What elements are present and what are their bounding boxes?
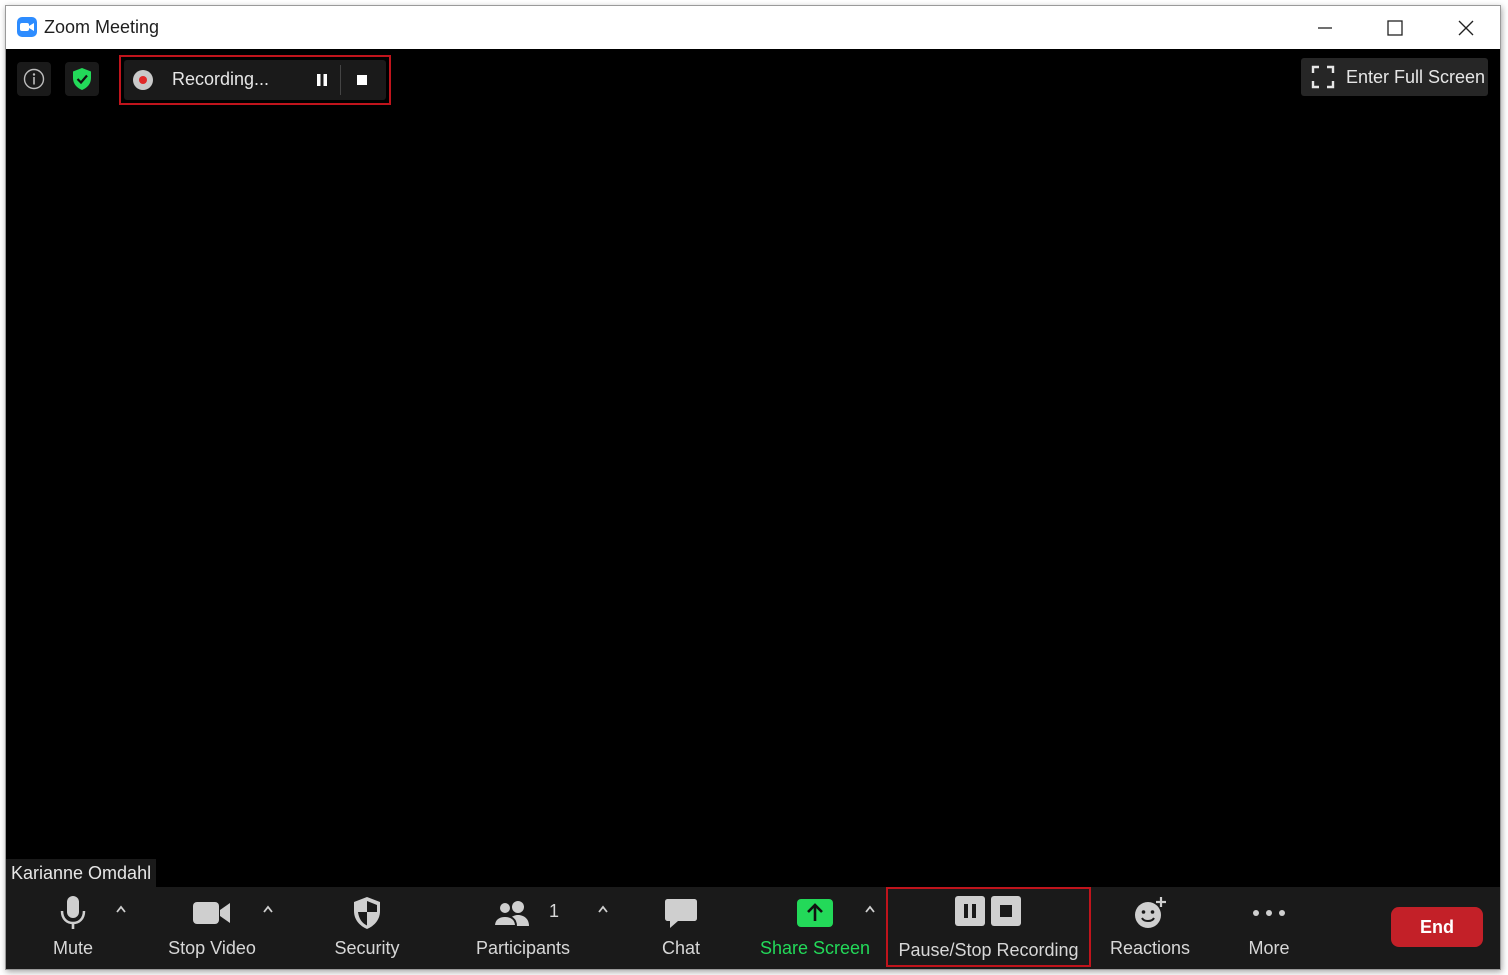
video-camera-icon: [193, 902, 230, 924]
pause-icon: [317, 74, 327, 86]
more-button[interactable]: More: [1234, 887, 1304, 969]
recording-divider: [340, 65, 341, 95]
enter-fullscreen-button[interactable]: Enter Full Screen: [1301, 58, 1488, 96]
close-icon: [1458, 20, 1474, 35]
microphone-icon: [60, 896, 86, 929]
maximize-icon: [1387, 19, 1403, 36]
fullscreen-label: Enter Full Screen: [1346, 67, 1486, 87]
participant-name-tag: Karianne Omdahl: [6, 859, 157, 887]
title-bar: Zoom Meeting: [6, 6, 1500, 49]
participants-label: Participants: [475, 938, 571, 958]
stop-recording-button[interactable]: [346, 65, 378, 95]
share-screen-label: Share Screen: [759, 938, 871, 958]
pause-stop-recording-button[interactable]: Pause/Stop Recording: [890, 887, 1087, 969]
meeting-toolbar: Mute Stop Video Security 1 Participants …: [6, 887, 1500, 969]
more-dots-icon: [1253, 910, 1285, 916]
chat-label: Chat: [661, 938, 701, 958]
reactions-smiley-icon: [1135, 897, 1166, 928]
share-screen-icon: [797, 899, 833, 927]
chat-bubble-icon: [665, 899, 697, 928]
pause-stop-recording-label: Pause/Stop Recording: [898, 940, 1079, 960]
video-options-caret[interactable]: [260, 901, 276, 917]
pause-stop-recording-icon: [954, 896, 1021, 926]
fullscreen-icon: [1311, 65, 1335, 89]
share-screen-button[interactable]: Share Screen: [754, 887, 876, 969]
participants-icon: [493, 901, 529, 927]
stop-video-button[interactable]: Stop Video: [158, 887, 266, 969]
recording-indicator-highlight: Recording...: [119, 55, 391, 105]
video-area: Recording... Enter Full Screen Karianne …: [6, 49, 1500, 887]
security-shield-icon: [354, 897, 380, 929]
mute-label: Mute: [52, 938, 94, 958]
chevron-up-icon: [263, 905, 273, 913]
participants-count: 1: [549, 901, 560, 921]
security-button[interactable]: Security: [320, 887, 414, 969]
zoom-logo-icon: [17, 17, 37, 37]
stop-video-label: Stop Video: [168, 938, 256, 958]
window-title: Zoom Meeting: [44, 17, 160, 37]
stop-icon: [357, 75, 367, 85]
chevron-up-icon: [598, 905, 608, 913]
encryption-status-button[interactable]: [65, 62, 99, 96]
more-label: More: [1248, 938, 1290, 958]
chevron-up-icon: [116, 905, 126, 913]
share-options-caret[interactable]: [862, 901, 878, 917]
reactions-button[interactable]: Reactions: [1104, 887, 1196, 969]
minimize-icon: [1318, 26, 1332, 29]
recording-status-text: Recording...: [172, 69, 270, 89]
recording-dot-icon: [133, 70, 153, 90]
chat-button[interactable]: Chat: [646, 887, 716, 969]
minimize-button[interactable]: [1302, 6, 1348, 49]
shield-check-icon: [73, 68, 91, 90]
security-label: Security: [334, 938, 400, 958]
meeting-info-button[interactable]: [17, 62, 51, 96]
maximize-button[interactable]: [1372, 6, 1418, 49]
participants-button[interactable]: 1 Participants: [471, 887, 575, 969]
recording-indicator: Recording...: [124, 60, 386, 100]
zoom-window: Zoom Meeting Recording... Enter Full Scr…: [5, 5, 1501, 970]
info-icon: [23, 68, 45, 90]
close-button[interactable]: [1443, 6, 1489, 49]
reactions-label: Reactions: [1109, 938, 1191, 958]
pause-recording-button[interactable]: [306, 65, 338, 95]
mute-button[interactable]: Mute: [31, 887, 115, 969]
participants-options-caret[interactable]: [595, 901, 611, 917]
audio-options-caret[interactable]: [113, 901, 129, 917]
chevron-up-icon: [865, 905, 875, 913]
end-meeting-button[interactable]: End: [1391, 907, 1483, 947]
